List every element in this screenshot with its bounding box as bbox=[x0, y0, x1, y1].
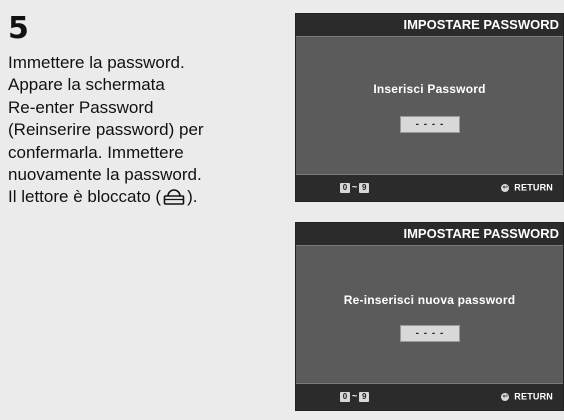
instruction-line: nuovamente la password. bbox=[8, 165, 202, 185]
return-label: RETURN bbox=[514, 391, 553, 402]
password-field[interactable]: - - - - bbox=[400, 116, 460, 133]
instructions-text: Immettere la password. Appare la scherma… bbox=[8, 52, 258, 212]
screen-footer: 0 ~9 ↩ RETURN bbox=[296, 383, 563, 410]
return-icon: ↩ bbox=[501, 392, 510, 401]
digit-key-from: 0 bbox=[340, 392, 350, 402]
digit-key-to: 9 bbox=[359, 183, 370, 193]
range-separator: ~ bbox=[352, 182, 358, 192]
screen-title: IMPOSTARE PASSWORD bbox=[296, 223, 563, 246]
instruction-text-after-icon: ). bbox=[187, 187, 198, 207]
password-field[interactable]: - - - - bbox=[400, 325, 460, 342]
instruction-line: (Reinserire password) per bbox=[8, 120, 204, 140]
instruction-line: Re-enter Password bbox=[8, 97, 154, 117]
lock-icon bbox=[163, 188, 185, 211]
return-button[interactable]: ↩ RETURN bbox=[501, 182, 553, 193]
return-button[interactable]: ↩ RETURN bbox=[501, 391, 553, 402]
step-number: 5 bbox=[8, 11, 29, 46]
digit-key-from: 0 bbox=[340, 183, 350, 193]
digit-range-hint: 0 ~9 bbox=[340, 182, 370, 193]
password-screen-2: IMPOSTARE PASSWORD Re-inserisci nuova pa… bbox=[295, 222, 564, 411]
screen-prompt: Inserisci Password bbox=[373, 82, 486, 96]
screen-prompt: Re-inserisci nuova password bbox=[343, 293, 516, 307]
instruction-line: Immettere la password. bbox=[8, 53, 185, 72]
digit-range-hint: 0 ~9 bbox=[340, 391, 370, 402]
return-icon: ↩ bbox=[501, 183, 510, 192]
screen-title: IMPOSTARE PASSWORD bbox=[296, 14, 563, 37]
digit-key-to: 9 bbox=[359, 392, 370, 402]
password-screen-1: IMPOSTARE PASSWORD Inserisci Password - … bbox=[295, 13, 564, 202]
screen-footer: 0 ~9 ↩ RETURN bbox=[296, 174, 563, 201]
instruction-line: Appare la schermata bbox=[8, 75, 165, 95]
instruction-line: confermarla. Immettere bbox=[8, 142, 184, 162]
range-separator: ~ bbox=[352, 391, 358, 401]
return-label: RETURN bbox=[514, 182, 553, 193]
instruction-text-before-icon: Il lettore è bloccato ( bbox=[8, 187, 162, 207]
instruction-line: Il lettore è bloccato (). bbox=[8, 186, 258, 211]
